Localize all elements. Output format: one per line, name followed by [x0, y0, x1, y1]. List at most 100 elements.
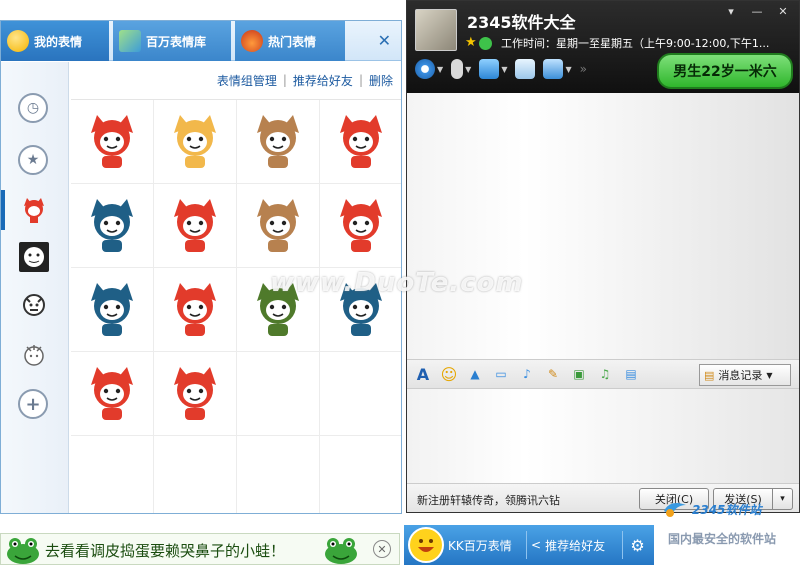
font-icon[interactable]: A — [413, 364, 433, 384]
contact-name: 2345软件大全 — [467, 13, 576, 32]
kk-emoticon-bar: KK百万表情 < 推荐给好友 ⚙ — [404, 525, 654, 565]
tab-hot-emoticons[interactable]: 热门表情 — [235, 21, 345, 61]
empty-cell — [154, 436, 237, 513]
gear-icon[interactable]: ⚙ — [622, 531, 652, 559]
bear-scooter-sticker[interactable] — [237, 100, 320, 184]
minimize-icon[interactable]: — — [745, 3, 769, 19]
add-group-icon[interactable]: + — [18, 389, 48, 419]
contact-signature: 工作时间：星期一至星期五（上午9:00-12:00,下午1... — [501, 37, 770, 50]
blue-cat-sleeping-sticker[interactable] — [320, 268, 401, 352]
more-icon[interactable]: ▤ — [621, 364, 641, 384]
message-history-button[interactable]: ▤ 消息记录 ▼ — [699, 364, 791, 386]
fox-angry-sticker[interactable] — [320, 100, 401, 184]
voice-call-button[interactable]: ▼ — [451, 59, 471, 79]
tab-label: 热门表情 — [268, 34, 317, 49]
age-badge: 男生22岁一米六 — [657, 53, 793, 89]
empty-cell — [237, 352, 320, 436]
empty-cell — [320, 436, 401, 513]
online-status-icon — [478, 37, 492, 50]
history-icon: ▤ — [704, 368, 715, 382]
fox-standing-sticker[interactable] — [154, 184, 237, 268]
screenshot-icon[interactable]: ▭ — [491, 364, 511, 384]
recommend-label: 推荐给好友 — [545, 538, 606, 553]
avatar[interactable] — [415, 9, 457, 51]
close-icon[interactable]: ✕ — [373, 540, 391, 558]
emoticon-panel: 我的表情 百万表情库 热门表情 ✕ ◷ ★ + 表情组管理 | 推荐给好友 | … — [0, 20, 402, 514]
star-icon[interactable]: ★ — [18, 145, 48, 175]
fox-megaphone-sticker[interactable] — [71, 100, 154, 184]
bear-eating-sticker-art — [257, 198, 299, 252]
chevron-down-icon: ▼ — [766, 370, 773, 380]
sms-button[interactable] — [515, 59, 536, 79]
emoticon-icon[interactable]: ☺ — [439, 364, 459, 384]
status-icons: ★ — [465, 35, 492, 50]
clock-icon[interactable]: ◷ — [18, 93, 48, 123]
fire-icon — [241, 30, 263, 52]
tab-label: 百万表情库 — [146, 34, 207, 49]
fox-laughing-sticker[interactable] — [71, 352, 154, 436]
format-toolbar: A ☺ ▲ ▭ ♪ ✎ ▣ ♫ ▤ ▤ 消息记录 ▼ — [407, 359, 799, 389]
history-label: 消息记录 — [718, 369, 763, 382]
blue-cat-sleeping-sticker-art — [340, 282, 382, 336]
toolbar-overflow-icon[interactable]: » — [580, 62, 587, 76]
site-logo-icon — [664, 503, 686, 517]
fox-angry-sticker-art — [340, 114, 382, 168]
emoticon-actions: 表情组管理 | 推荐给好友 | 删除 — [71, 65, 401, 95]
organize-groups-link[interactable]: 表情组管理 — [217, 72, 277, 89]
empty-cell — [320, 352, 401, 436]
remote-assist-button[interactable]: ▼ — [543, 59, 572, 79]
close-icon[interactable]: ✕ — [378, 31, 391, 50]
screenshot: 我的表情 百万表情库 热门表情 ✕ ◷ ★ + 表情组管理 | 推荐给好友 | … — [0, 0, 800, 565]
voice-message-icon[interactable]: ♪ — [517, 364, 537, 384]
remote-assist-icon — [543, 59, 564, 79]
chat-header: 2345软件大全 ★ 工作时间：星期一至星期五（上午9:00-12:00,下午1… — [407, 1, 799, 93]
tab-emoticon-library[interactable]: 百万表情库 — [113, 21, 231, 61]
blue-cat-waving-sticker[interactable] — [71, 184, 154, 268]
frog-icon — [325, 538, 357, 564]
fox-ice-bath-sticker[interactable] — [320, 184, 401, 268]
video-call-button[interactable]: ▼ — [415, 59, 443, 79]
fox-chef-sticker[interactable] — [154, 352, 237, 436]
video-call-icon — [415, 59, 435, 79]
bear-eating-sticker[interactable] — [237, 184, 320, 268]
tab-my-emoticons[interactable]: 我的表情 — [1, 21, 109, 61]
face-thumb-icon[interactable] — [19, 242, 49, 272]
smiley-icon — [7, 30, 29, 52]
blue-cat-waving-sticker-art — [91, 198, 133, 252]
tab-label: 我的表情 — [34, 34, 83, 49]
dropdown-icon[interactable]: ▾ — [719, 3, 743, 19]
recommend-friend-link[interactable]: 推荐给好友 — [293, 72, 353, 89]
sketch-thumb-icon[interactable] — [19, 290, 49, 320]
close-icon[interactable]: ✕ — [771, 3, 795, 19]
doodle-thumb-icon[interactable] — [19, 340, 49, 370]
delete-link[interactable]: 删除 — [369, 72, 393, 89]
chat-window: 2345软件大全 ★ 工作时间：星期一至星期五（上午9:00-12:00,下午1… — [406, 0, 800, 513]
fox-army-helmet-sticker[interactable] — [237, 268, 320, 352]
kk-label[interactable]: KK百万表情 — [448, 537, 512, 554]
music-icon[interactable]: ♫ — [595, 364, 615, 384]
fox-blue-hat-sticker[interactable] — [154, 268, 237, 352]
frog-promo-banner[interactable]: 去看看调皮捣蛋要赖哭鼻子的小蛙！ ✕ — [0, 533, 400, 565]
nudge-icon[interactable]: ▲ — [465, 364, 485, 384]
blue-cat-back-sticker[interactable] — [71, 268, 154, 352]
fox-crying-moon-sticker-art — [174, 114, 216, 168]
fox-crying-moon-sticker[interactable] — [154, 100, 237, 184]
doodle-icon[interactable]: ✎ — [543, 364, 563, 384]
message-history-area[interactable] — [407, 93, 799, 359]
site-name: 2345软件站 — [692, 502, 762, 517]
chat-toolbar: ▼ ▼ ▼ ▼ » — [415, 59, 587, 79]
kk-smiley-logo[interactable] — [408, 527, 444, 563]
promo-link[interactable]: 新注册轩辕传奇，领腾讯六钻 — [417, 492, 560, 508]
fox-standing-sticker-art — [174, 198, 216, 252]
sidebar-selection-indicator — [1, 190, 5, 230]
frog-banner-text: 去看看调皮捣蛋要赖哭鼻子的小蛙！ — [45, 542, 286, 560]
star-level-icon: ★ — [465, 35, 477, 50]
fox-laughing-sticker-art — [91, 366, 133, 420]
recommend-friend-button[interactable]: < 推荐给好友 — [526, 531, 609, 559]
picture-icon[interactable]: ▣ — [569, 364, 589, 384]
frog-icon — [7, 538, 39, 564]
file-transfer-button[interactable]: ▼ — [479, 59, 507, 79]
message-input[interactable] — [407, 389, 799, 483]
emoticon-grid — [71, 99, 401, 513]
fox-thumb-icon[interactable] — [19, 195, 49, 225]
